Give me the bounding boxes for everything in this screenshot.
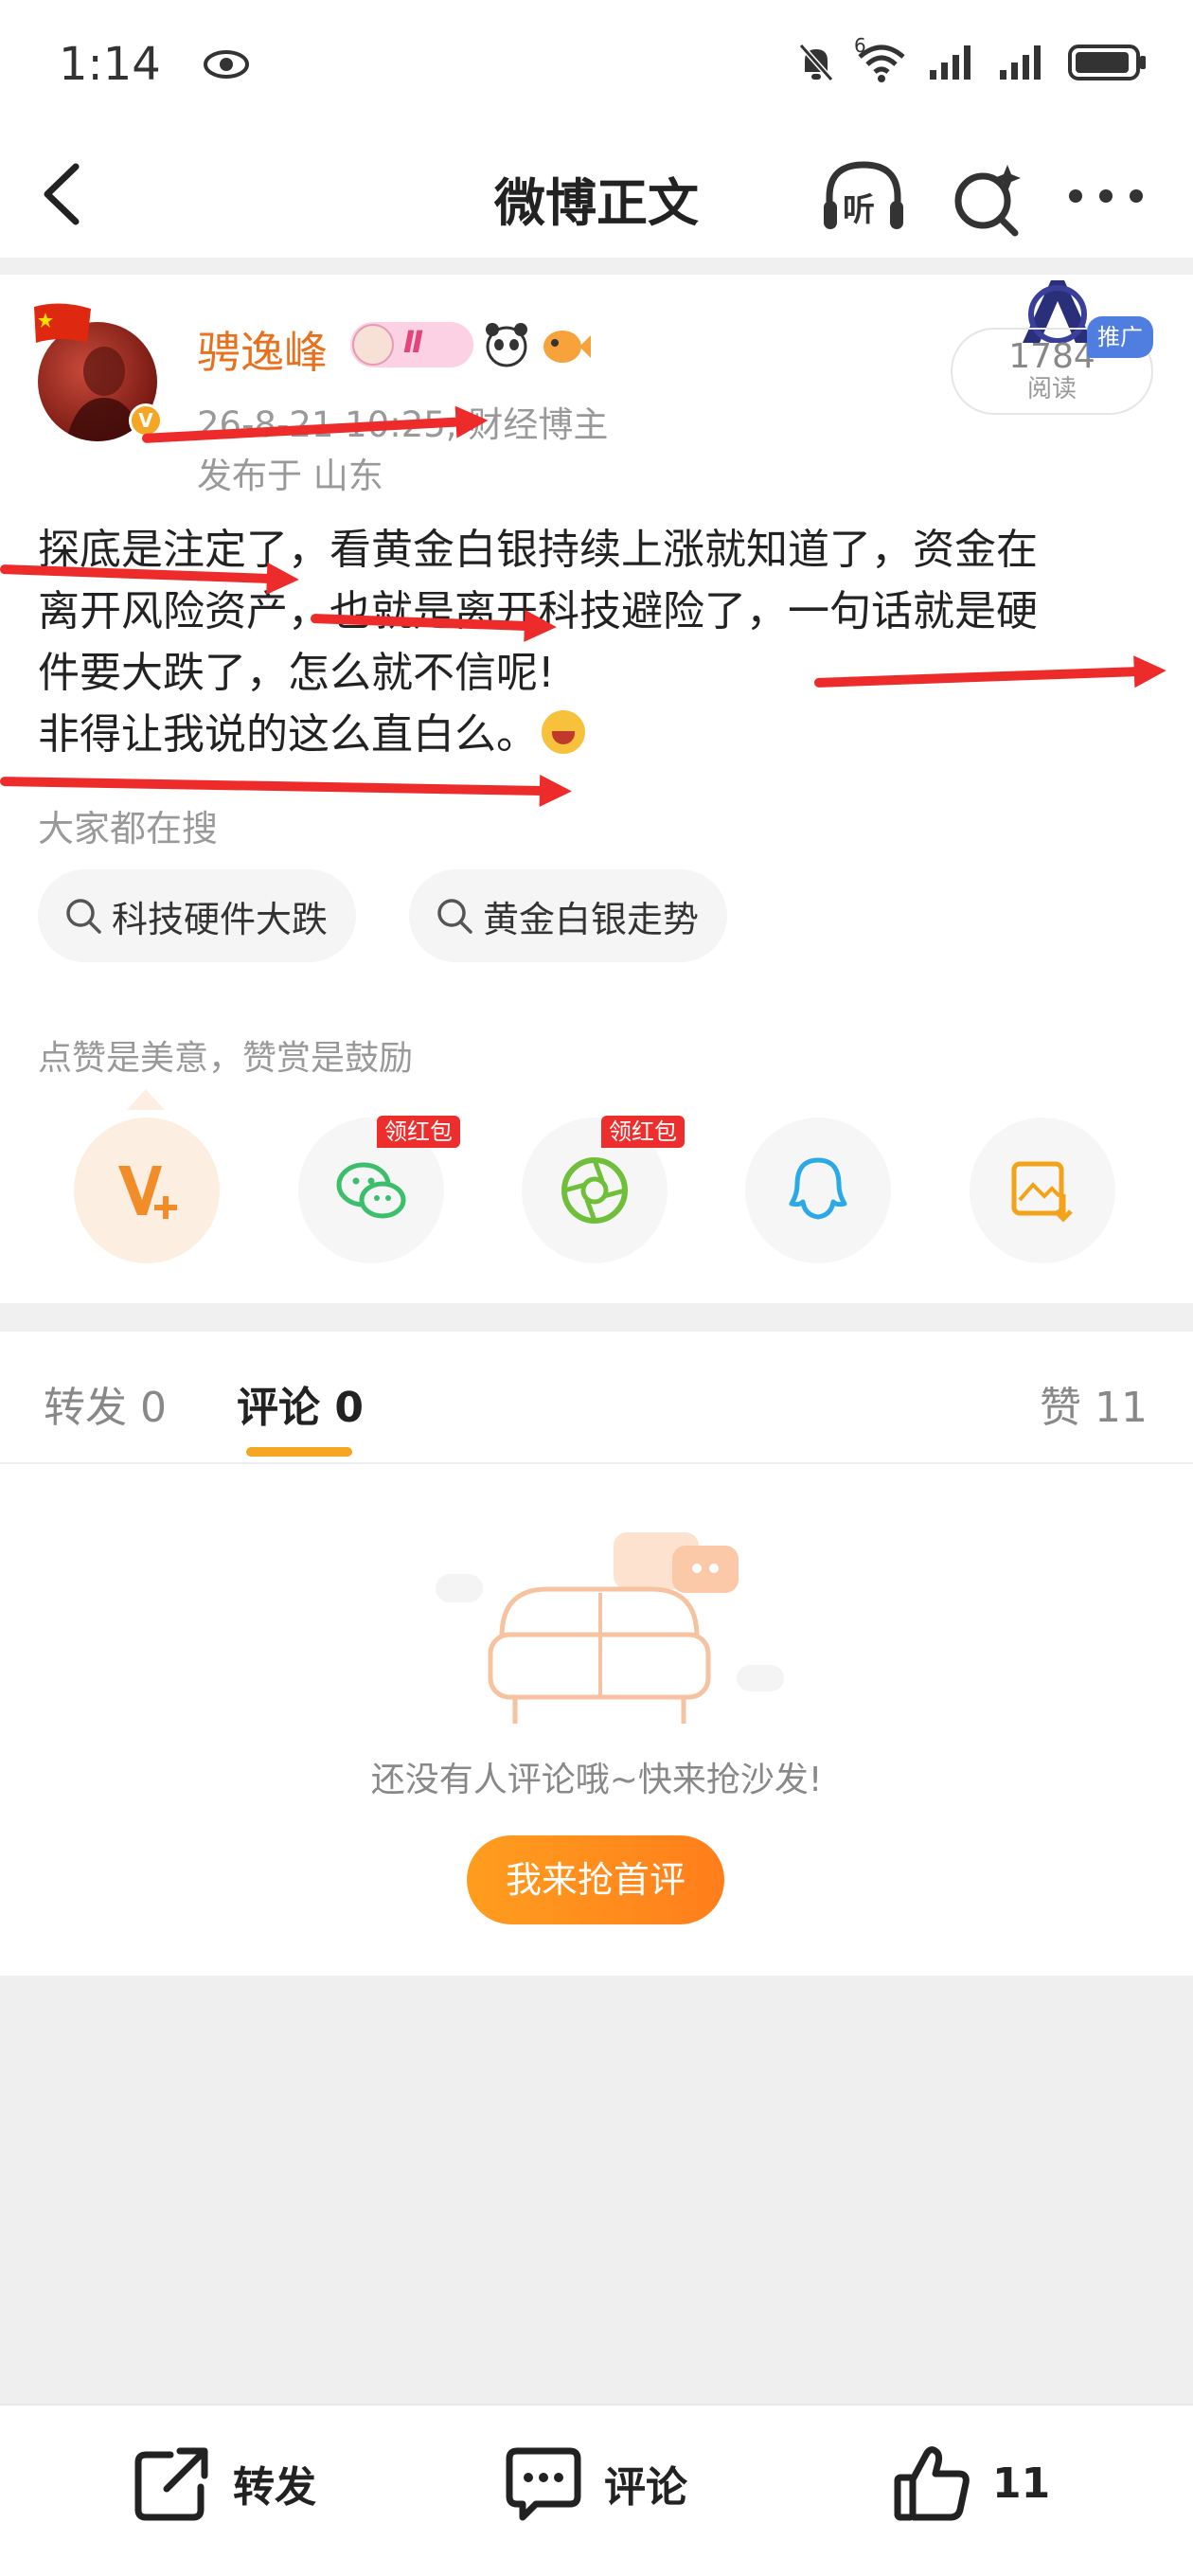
search-chip-label: 黄金白银走势 (483, 898, 700, 940)
reward-hint: 点赞是美意，赞赏是鼓励 (38, 1039, 414, 1078)
post-body-line-with-emoji: 非得让我说的这么直白么。 (38, 704, 1165, 765)
repost-icon (134, 2447, 208, 2521)
signal-icon-2 (1000, 45, 1041, 80)
author-tag: 财经博主 (468, 404, 609, 445)
author-name[interactable]: 骋逸峰 (197, 318, 328, 381)
battery-icon (1068, 45, 1146, 80)
divider (0, 1303, 1193, 1332)
comment-button[interactable]: 评论 (504, 2443, 687, 2523)
panda-icon (486, 323, 527, 367)
fan-medal-level: Ⅱ (403, 324, 424, 360)
read-label: 阅读 (1026, 375, 1077, 403)
medal-row: Ⅱ (350, 322, 591, 367)
wifi-icon: 6 (854, 34, 907, 83)
fan-medal[interactable]: Ⅱ (350, 322, 473, 367)
search-chip[interactable]: 黄金白银走势 (409, 869, 728, 962)
red-packet-tag: 领红包 (377, 1116, 460, 1148)
post-body-line: 非得让我说的这么直白么。 (38, 710, 538, 759)
china-flag-icon (34, 303, 91, 343)
sofa-illustration-icon (436, 1532, 784, 1724)
red-packet-tag: 领红包 (601, 1116, 685, 1148)
divider (0, 258, 1193, 275)
wechat-icon (336, 1162, 406, 1219)
tab-active-indicator (246, 1447, 352, 1457)
share-qq-button[interactable] (745, 1118, 891, 1263)
post-location: 发布于 山东 (197, 456, 383, 496)
search-icon (437, 899, 472, 934)
reward-v-plus-icon (118, 1166, 177, 1219)
listen-label: 听 (843, 191, 875, 229)
status-time: 1:14 (59, 38, 161, 91)
tab-comment[interactable]: 评论 0 (237, 1373, 364, 1434)
status-bar: 1:14 6 (0, 0, 1193, 133)
moments-aperture-icon (561, 1157, 628, 1224)
tab-divider (0, 1462, 1193, 1464)
sparkle-search-icon[interactable] (949, 161, 1024, 237)
save-image-icon (1011, 1161, 1073, 1223)
bell-muted-icon (798, 44, 834, 81)
comment-icon (506, 2447, 581, 2521)
thumbs-up-icon (894, 2446, 970, 2521)
search-chip[interactable]: 科技硬件大跌 (38, 869, 357, 962)
post-body-line: 离开风险资产，也就是离开科技避险了，一句话就是硬 (38, 581, 1165, 642)
search-chip-label: 科技硬件大跌 (112, 898, 329, 940)
tab-repost[interactable]: 转发 0 (44, 1373, 167, 1434)
listen-button[interactable]: 听 (820, 159, 907, 235)
comment-label: 评论 (604, 2463, 687, 2512)
repost-label: 转发 (233, 2463, 316, 2512)
bottom-action-bar: 转发 评论 11 (0, 2404, 1193, 2576)
promo-badge: 推广 (1087, 316, 1153, 358)
reward-pointer (127, 1089, 165, 1110)
annotation-arrow (0, 777, 547, 796)
search-icon (66, 899, 101, 934)
network-label: 6 (854, 34, 866, 57)
gray-background (0, 1976, 1193, 2404)
eye-icon (204, 50, 249, 79)
save-image-button[interactable] (970, 1118, 1115, 1263)
qq-penguin-icon (789, 1157, 847, 1220)
like-button[interactable]: 11 (892, 2443, 1050, 2523)
more-icon[interactable] (1066, 182, 1146, 210)
search-section-label: 大家都在搜 (38, 808, 219, 850)
repost-button[interactable]: 转发 (133, 2443, 316, 2523)
laugh-emoji-icon (542, 710, 585, 754)
signal-icon (930, 45, 970, 80)
status-icons: 6 (797, 34, 1148, 83)
reward-button[interactable] (74, 1118, 220, 1263)
fan-medal-face-icon (352, 324, 394, 366)
empty-comment-text: 还没有人评论哦~快来抢沙发! (370, 1761, 823, 1799)
like-count: 11 (992, 2459, 1051, 2508)
tab-like[interactable]: 赞 11 (1040, 1373, 1148, 1434)
nav-bar: 微博正文 听 (0, 133, 1193, 256)
post-body: 探底是注定了，看黄金白银持续上涨就知道了，资金在 离开风险资产，也就是离开科技避… (38, 519, 1165, 765)
avatar[interactable]: V (34, 301, 163, 441)
first-comment-button[interactable]: 我来抢首评 (467, 1835, 724, 1924)
fish-icon (543, 331, 591, 363)
